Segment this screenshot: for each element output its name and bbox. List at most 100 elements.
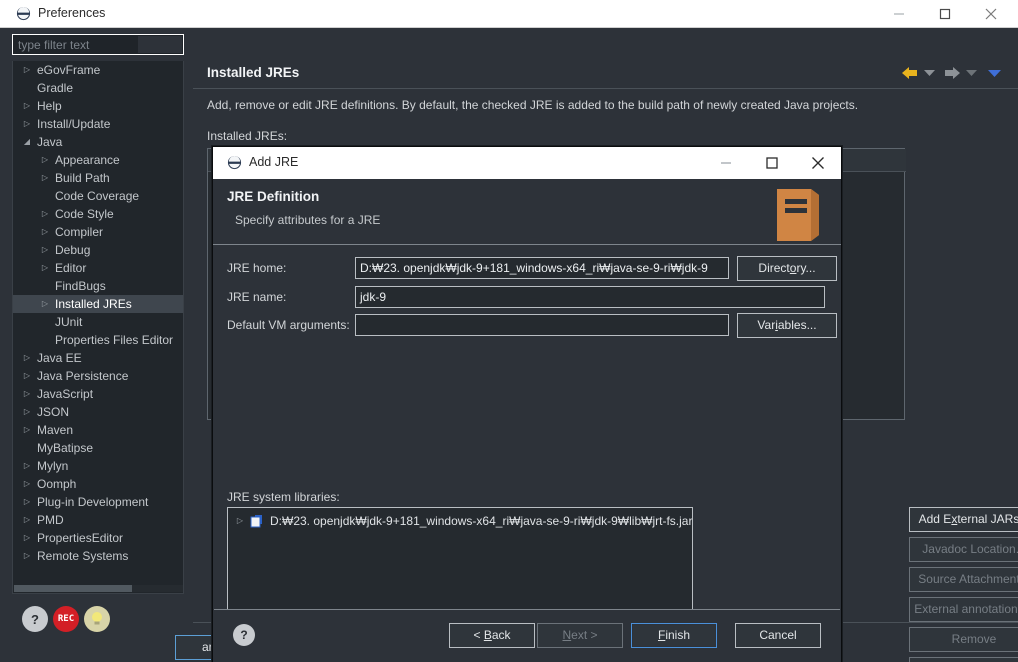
hint-bulb-icon[interactable]	[84, 606, 110, 632]
help-icon[interactable]: ?	[233, 624, 255, 646]
tree-collapsed-arrow-icon[interactable]: ▷	[39, 223, 51, 241]
remove-button: Remove	[909, 627, 1018, 652]
dialog-maximize-button[interactable]	[749, 147, 795, 179]
tree-collapsed-arrow-icon[interactable]: ▷	[234, 512, 246, 530]
sidebar-item-label: Debug	[55, 243, 91, 257]
add-external-jars-button[interactable]: Add External JARs...	[909, 507, 1018, 532]
sidebar-item-junit[interactable]: JUnit	[13, 313, 183, 331]
sidebar-item-pmd[interactable]: ▷ PMD	[13, 511, 183, 529]
jre-home-input[interactable]: D:₩23. openjdk₩jdk-9+181_windows-x64_ri₩…	[355, 257, 729, 279]
tree-expanded-arrow-icon[interactable]: ◢	[21, 133, 33, 151]
sidebar-item-java-persistence[interactable]: ▷ Java Persistence	[13, 367, 183, 385]
back-dropdown-chevron-down-icon[interactable]	[924, 60, 935, 86]
sidebar-item-remote-systems[interactable]: ▷ Remote Systems	[13, 547, 183, 565]
help-icon[interactable]: ?	[22, 606, 48, 632]
back-button[interactable]: < Back	[449, 623, 535, 648]
window-title: Preferences	[38, 6, 106, 20]
sidebar-item-propertieseditor[interactable]: ▷ PropertiesEditor	[13, 529, 183, 547]
tree-horizontal-scrollbar[interactable]	[14, 585, 183, 592]
sidebar-item-install-update[interactable]: ▷ Install/Update	[13, 115, 183, 133]
tree-collapsed-arrow-icon[interactable]: ▷	[21, 115, 33, 133]
sidebar-item-debug[interactable]: ▷ Debug	[13, 241, 183, 259]
tree-collapsed-arrow-icon[interactable]: ▷	[21, 97, 33, 115]
vm-args-row: Default VM arguments: Variables...	[213, 313, 841, 338]
variables-button[interactable]: Variables...	[737, 313, 837, 338]
finish-button[interactable]: Finish	[631, 623, 717, 648]
close-button[interactable]	[968, 0, 1014, 28]
dialog-titlebar[interactable]: Add JRE	[213, 147, 841, 179]
tree-collapsed-arrow-icon[interactable]: ▷	[21, 547, 33, 565]
sidebar-item-label: Properties Files Editor	[55, 333, 174, 347]
add-jre-dialog: Add JRE JRE Definition Specify attribute…	[212, 146, 1018, 662]
sidebar-item-oomph[interactable]: ▷ Oomph	[13, 475, 183, 493]
page-description: Add, remove or edit JRE definitions. By …	[207, 98, 859, 112]
sidebar-item-code-coverage[interactable]: Code Coverage	[13, 187, 183, 205]
tree-collapsed-arrow-icon[interactable]: ▷	[39, 169, 51, 187]
sidebar-item-java[interactable]: ◢ Java	[13, 133, 183, 151]
dialog-close-button[interactable]	[795, 147, 841, 179]
page-navigation	[900, 60, 1010, 86]
record-icon[interactable]: REC	[53, 606, 79, 632]
list-item[interactable]: ▷ D:₩23. openjdk₩jdk-9+181_windows-x64_ri…	[228, 512, 692, 530]
maximize-button[interactable]	[922, 0, 968, 28]
sidebar-item-plug-in-development[interactable]: ▷ Plug-in Development	[13, 493, 183, 511]
sidebar-item-help[interactable]: ▷ Help	[13, 97, 183, 115]
next-button: Next >	[537, 623, 623, 648]
sidebar-item-maven[interactable]: ▷ Maven	[13, 421, 183, 439]
cancel-button[interactable]: Cancel	[735, 623, 821, 648]
sidebar-item-javascript[interactable]: ▷ JavaScript	[13, 385, 183, 403]
tree-collapsed-arrow-icon[interactable]: ▷	[21, 475, 33, 493]
sidebar-item-editor[interactable]: ▷ Editor	[13, 259, 183, 277]
sidebar-item-label: MyBatipse	[37, 441, 94, 455]
tree-collapsed-arrow-icon[interactable]: ▷	[21, 367, 33, 385]
tree-collapsed-arrow-icon[interactable]: ▷	[21, 457, 33, 475]
jre-name-label: JRE name:	[227, 290, 287, 304]
sidebar-item-egovframe[interactable]: ▷ eGovFrame	[13, 61, 183, 79]
sidebar-item-mybatipse[interactable]: MyBatipse	[13, 439, 183, 457]
jre-home-label: JRE home:	[227, 261, 287, 275]
sidebar-item-gradle[interactable]: Gradle	[13, 79, 183, 97]
tree-collapsed-arrow-icon[interactable]: ▷	[21, 529, 33, 547]
forward-dropdown-chevron-down-icon[interactable]	[966, 60, 977, 86]
installed-jres-label: Installed JREs:	[207, 129, 288, 143]
sidebar-item-installed-jres[interactable]: ▷ Installed JREs	[13, 295, 183, 313]
forward-arrow-icon[interactable]	[942, 60, 962, 86]
sidebar-item-compiler[interactable]: ▷ Compiler	[13, 223, 183, 241]
sidebar-item-code-style[interactable]: ▷ Code Style	[13, 205, 183, 223]
tree-collapsed-arrow-icon[interactable]: ▷	[39, 259, 51, 277]
sidebar-item-findbugs[interactable]: FindBugs	[13, 277, 183, 295]
jar-icon	[250, 514, 264, 528]
sidebar-item-build-path[interactable]: ▷ Build Path	[13, 169, 183, 187]
sidebar-item-label: Maven	[37, 423, 74, 437]
tree-collapsed-arrow-icon[interactable]: ▷	[21, 403, 33, 421]
directory-button[interactable]: Directory...	[737, 256, 837, 281]
tree-collapsed-arrow-icon[interactable]: ▷	[39, 241, 51, 259]
tree-collapsed-arrow-icon[interactable]: ▷	[21, 61, 33, 79]
sidebar-item-label: Installed JREs	[55, 297, 132, 311]
tree-collapsed-arrow-icon[interactable]: ▷	[21, 385, 33, 403]
tree-collapsed-arrow-icon[interactable]: ▷	[21, 421, 33, 439]
tree-collapsed-arrow-icon[interactable]: ▷	[21, 511, 33, 529]
sidebar-item-label: JavaScript	[37, 387, 94, 401]
javadoc-location-button: Javadoc Location...	[909, 537, 1018, 562]
preferences-tree[interactable]: ▷ eGovFrame Gradle ▷ Help ▷ Install/Update ◢ Jav…	[12, 61, 184, 594]
search-input[interactable]: type filter text	[12, 34, 184, 55]
tree-collapsed-arrow-icon[interactable]: ▷	[39, 295, 51, 313]
tree-collapsed-arrow-icon[interactable]: ▷	[21, 349, 33, 367]
minimize-button[interactable]	[876, 0, 922, 28]
sidebar-item-appearance[interactable]: ▷ Appearance	[13, 151, 183, 169]
tree-collapsed-arrow-icon[interactable]: ▷	[39, 205, 51, 223]
sidebar-item-mylyn[interactable]: ▷ Mylyn	[13, 457, 183, 475]
sidebar-item-label: Java EE	[37, 351, 82, 365]
preferences-titlebar[interactable]: Preferences	[0, 0, 1018, 28]
jre-name-input[interactable]: jdk-9	[355, 286, 825, 308]
sidebar-item-java-ee[interactable]: ▷ Java EE	[13, 349, 183, 367]
vm-arguments-input[interactable]	[355, 314, 729, 336]
dialog-minimize-button[interactable]	[703, 147, 749, 179]
tree-collapsed-arrow-icon[interactable]: ▷	[21, 493, 33, 511]
sidebar-item-json[interactable]: ▷ JSON	[13, 403, 183, 421]
tree-collapsed-arrow-icon[interactable]: ▷	[39, 151, 51, 169]
page-menu-chevron-down-blue-icon[interactable]	[988, 60, 1001, 86]
sidebar-item-properties-files-editor[interactable]: Properties Files Editor	[13, 331, 183, 349]
back-arrow-icon[interactable]	[900, 60, 920, 86]
